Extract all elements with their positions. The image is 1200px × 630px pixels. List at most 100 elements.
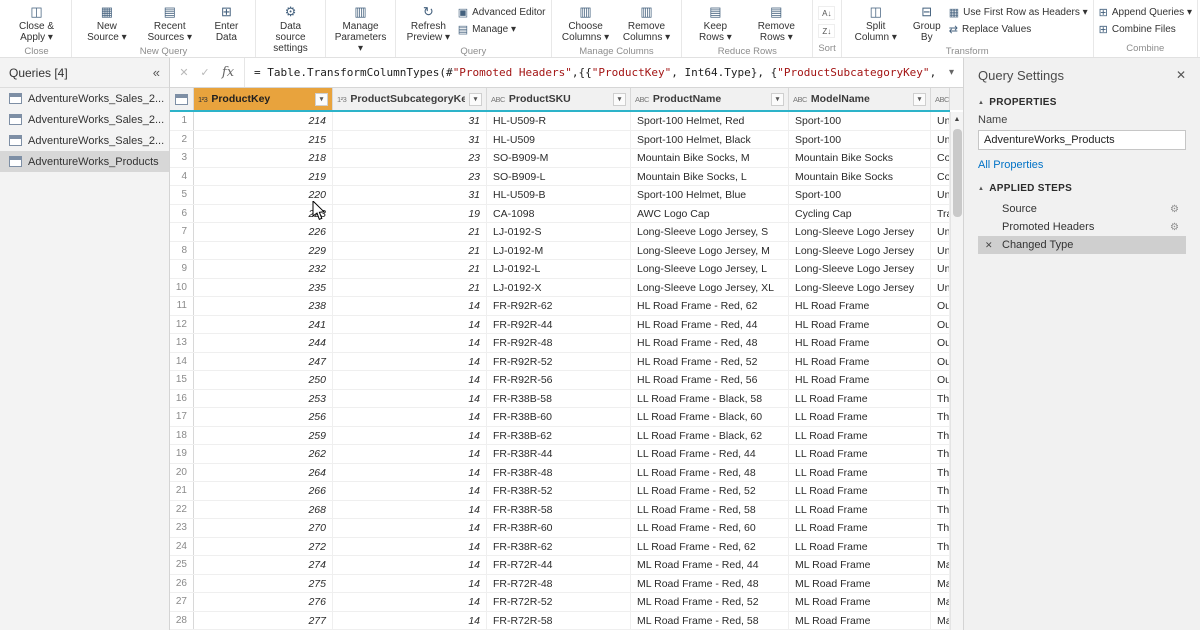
table-cell: Sport-100 Helmet, Blue (631, 186, 789, 204)
replace-values-button[interactable]: ⇄Replace Values (949, 23, 1088, 36)
all-properties-link[interactable]: All Properties (978, 159, 1043, 171)
column-header-productsubcategorykey[interactable]: 1²3ProductSubcategoryKey▾ (333, 88, 487, 110)
split-column-button[interactable]: ◫Split Column ▾ (847, 2, 905, 45)
table-cell: LJ-0192-L (487, 260, 631, 278)
table-cell: 238 (194, 297, 333, 315)
close-apply-button[interactable]: ◫Close & Apply ▾ (7, 2, 66, 45)
formula-expand-icon[interactable]: ▾ (949, 67, 956, 78)
combine-files-button[interactable]: ⊞Combine Files (1099, 23, 1192, 36)
delete-step-icon[interactable]: ✕ (985, 240, 1002, 251)
append-queries-button[interactable]: ⊞Append Queries ▾ (1099, 6, 1192, 19)
table-cell: FR-R92R-44 (487, 316, 631, 334)
table-cell: 232 (194, 260, 333, 278)
choose-columns-button[interactable]: ▥Choose Columns ▾ (557, 2, 615, 45)
query-item-3[interactable]: AdventureWorks_Products (0, 151, 169, 172)
table-row: 1424714FR-R92R-52HL Road Frame - Red, 52… (170, 353, 950, 372)
vertical-scrollbar[interactable]: ▲ (950, 112, 963, 630)
table-row: 1725614FR-R38B-60LL Road Frame - Black, … (170, 408, 950, 427)
table-cell: 14 (333, 427, 487, 445)
enter-data-button[interactable]: ⊞Enter Data (203, 2, 250, 45)
table-cell: FR-R38B-62 (487, 427, 631, 445)
data-preview-grid: 1²3ProductKey▾1²3ProductSubcategoryKey▾A… (170, 88, 963, 630)
table-cell: Long-Sleeve Logo Jersey (789, 223, 931, 241)
table-cell: 23 (333, 168, 487, 186)
use-first-row-as-headers-button[interactable]: ▦Use First Row as Headers ▾ (949, 6, 1088, 19)
column-header-productname[interactable]: ABCProductName▾ (631, 88, 789, 110)
column-header-productsku[interactable]: ABCProductSKU▾ (487, 88, 631, 110)
table-row: 2026414FR-R38R-48LL Road Frame - Red, 48… (170, 464, 950, 483)
advanced-editor-button[interactable]: ▣Advanced Editor (458, 6, 546, 19)
table-cell: 14 (333, 464, 487, 482)
filter-dropdown-icon[interactable]: ▾ (913, 93, 926, 106)
column-header-modelname[interactable]: ABCModelName▾ (789, 88, 931, 110)
remove-columns-button[interactable]: ▥Remove Columns ▾ (617, 2, 677, 45)
table-cell: 14 (333, 482, 487, 500)
query-item-2[interactable]: AdventureWorks_Sales_2... (0, 130, 169, 151)
table-cell: ML Road Frame (789, 593, 931, 611)
table-row: 2427214FR-R38R-62LL Road Frame - Red, 62… (170, 538, 950, 557)
keep-rows-icon: ▤ (709, 4, 721, 19)
table-cell: HL Road Frame (789, 316, 931, 334)
collapse-pane-icon[interactable]: « (153, 65, 160, 80)
formula-input[interactable]: = Table.TransformColumnTypes(#"Promoted … (244, 58, 942, 87)
filter-dropdown-icon[interactable]: ▾ (315, 93, 328, 106)
table-row: 2627514FR-R72R-48ML Road Frame - Red, 48… (170, 575, 950, 594)
table-cell: Uni (931, 186, 950, 204)
data-source-settings-button[interactable]: ⚙Data source settings (261, 2, 320, 56)
step-settings-gear-icon[interactable]: ⚙ (1170, 204, 1179, 215)
row-number: 16 (170, 390, 194, 408)
table-icon (9, 156, 22, 167)
table-cell: LL Road Frame - Black, 60 (631, 408, 789, 426)
cancel-formula-icon[interactable]: ✕ (177, 66, 191, 79)
column-header-pr[interactable]: ABCPr▾ (931, 88, 950, 110)
ribbon-group-reduce-rows: ▤Keep Rows ▾▤Remove Rows ▾Reduce Rows (682, 0, 813, 57)
applied-steps-section-header[interactable]: ▲ APPLIED STEPS (978, 183, 1186, 194)
column-header-productkey[interactable]: 1²3ProductKey▾ (194, 88, 333, 110)
table-cell: ML Road Frame (789, 575, 931, 593)
new-source-button[interactable]: ▦New Source ▾ (77, 2, 137, 45)
table-cell: Sport-100 (789, 112, 931, 130)
query-item-1[interactable]: AdventureWorks_Sales_2... (0, 109, 169, 130)
applied-step-changed-type[interactable]: ✕Changed Type (978, 236, 1186, 254)
applied-step-promoted-headers[interactable]: Promoted Headers⚙ (978, 218, 1186, 236)
sort-az-button[interactable]: A↓ (818, 6, 835, 20)
table-cell: 264 (194, 464, 333, 482)
commit-formula-icon[interactable]: ✓ (198, 66, 212, 79)
query-name-input[interactable] (978, 130, 1186, 150)
properties-section-header[interactable]: ▲ PROPERTIES (978, 97, 1186, 108)
table-icon (175, 94, 188, 105)
data-source-settings-icon: ⚙ (285, 4, 297, 19)
recent-sources-button[interactable]: ▤Recent Sources ▾ (139, 2, 201, 45)
step-settings-gear-icon[interactable]: ⚙ (1170, 222, 1179, 233)
table-cell: 226 (194, 223, 333, 241)
refresh-preview-button[interactable]: ↻Refresh Preview ▾ (401, 2, 456, 45)
query-item-0[interactable]: AdventureWorks_Sales_2... (0, 88, 169, 109)
select-all-corner[interactable] (170, 88, 194, 110)
applied-step-source[interactable]: Source⚙ (978, 200, 1186, 218)
table-cell: AWC Logo Cap (631, 205, 789, 223)
scrollbar-thumb[interactable] (953, 129, 962, 217)
filter-dropdown-icon[interactable]: ▾ (613, 93, 626, 106)
table-cell: Ma (931, 556, 950, 574)
remove-rows-button[interactable]: ▤Remove Rows ▾ (745, 2, 807, 45)
table-row: 923221LJ-0192-LLong-Sleeve Logo Jersey, … (170, 260, 950, 279)
keep-rows-button[interactable]: ▤Keep Rows ▾ (687, 2, 743, 45)
group-by-button[interactable]: ⊟Group By (907, 2, 947, 45)
table-cell: HL Road Frame - Red, 48 (631, 334, 789, 352)
row-number: 20 (170, 464, 194, 482)
table-cell: The (931, 519, 950, 537)
text-type-icon: ABC (635, 95, 649, 104)
filter-dropdown-icon[interactable]: ▾ (771, 93, 784, 106)
manage-button[interactable]: ▤Manage ▾ (458, 23, 546, 36)
sort-za-button[interactable]: Z↓ (818, 24, 835, 38)
table-cell: FR-R38R-52 (487, 482, 631, 500)
close-panel-icon[interactable]: ✕ (1176, 68, 1186, 82)
table-row: 1123814FR-R92R-62HL Road Frame - Red, 62… (170, 297, 950, 316)
table-row: 1625314FR-R38B-58LL Road Frame - Black, … (170, 390, 950, 409)
filter-dropdown-icon[interactable]: ▾ (469, 93, 482, 106)
table-cell: Uni (931, 260, 950, 278)
manage-parameters-button[interactable]: ▥Manage Parameters ▾ (331, 2, 390, 56)
split-column-icon: ◫ (870, 4, 882, 19)
table-row: 1224114FR-R92R-44HL Road Frame - Red, 44… (170, 316, 950, 335)
scroll-up-icon[interactable]: ▲ (951, 112, 963, 127)
